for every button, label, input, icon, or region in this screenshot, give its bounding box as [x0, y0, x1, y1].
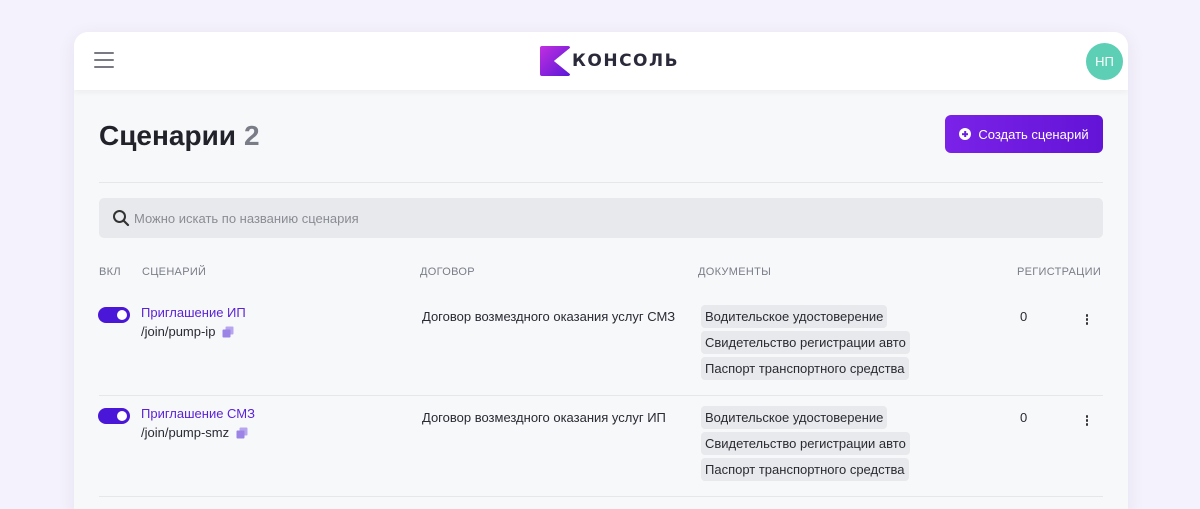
menu-icon[interactable] — [94, 52, 114, 70]
logo-mark-icon — [540, 46, 570, 76]
create-scenario-button[interactable]: Создать сценарий — [945, 115, 1103, 153]
copy-icon[interactable] — [222, 326, 234, 338]
document-tag: Водительское удостоверение — [701, 305, 888, 328]
scenario-path: /join/pump-ip — [141, 324, 234, 339]
page-title-text: Сценарии — [99, 120, 237, 151]
document-tag: Свидетельство регистрации авто — [701, 432, 910, 455]
column-header-scenario: СЦЕНАРИЙ — [142, 266, 207, 278]
documents-list: Водительское удостоверение Свидетельство… — [701, 406, 910, 484]
app-window: КОНСОЛЬ НП Сценарии2 Создать сценарий ВК… — [74, 32, 1128, 509]
top-bar: КОНСОЛЬ НП — [74, 32, 1128, 90]
plus-circle-icon — [959, 128, 972, 140]
row-divider — [99, 496, 1103, 497]
scenario-name-link[interactable]: Приглашение СМЗ — [141, 406, 255, 421]
scenario-path: /join/pump-smz — [141, 425, 248, 440]
search-bar[interactable] — [99, 198, 1103, 238]
registrations-count: 0 — [1020, 309, 1028, 324]
scenario-name-link[interactable]: Приглашение ИП — [141, 305, 246, 320]
logo-text: КОНСОЛЬ — [572, 51, 680, 71]
table-row: Приглашение ИП /join/pump-ip Договор воз… — [74, 294, 1128, 395]
table-row: Приглашение СМЗ /join/pump-smz Договор в… — [74, 395, 1128, 496]
divider — [99, 182, 1103, 183]
column-header-enabled: ВКЛ — [99, 266, 121, 278]
registrations-count: 0 — [1020, 410, 1028, 425]
document-tag: Паспорт транспортного средства — [701, 458, 909, 481]
document-tag: Свидетельство регистрации авто — [701, 331, 910, 354]
scenario-path-text: /join/pump-ip — [141, 324, 216, 339]
copy-icon[interactable] — [236, 427, 248, 439]
scenario-path-text: /join/pump-smz — [141, 425, 230, 440]
contract-name: Договор возмездного оказания услуг СМЗ — [422, 309, 676, 324]
logo[interactable]: КОНСОЛЬ — [540, 46, 679, 76]
scenario-count: 2 — [244, 120, 260, 151]
page-title: Сценарии 2 — [99, 120, 260, 152]
contract-name: Договор возмездного оказания услуг ИП — [422, 410, 666, 425]
column-header-contract: ДОГОВОР — [420, 266, 475, 278]
more-options-icon[interactable] — [1084, 314, 1090, 328]
column-header-documents: ДОКУМЕНТЫ — [698, 266, 772, 278]
enable-toggle[interactable] — [98, 307, 130, 323]
more-options-icon[interactable] — [1084, 415, 1090, 429]
enable-toggle[interactable] — [98, 408, 130, 424]
document-tag: Водительское удостоверение — [701, 406, 888, 429]
search-icon — [113, 210, 130, 227]
avatar[interactable]: НП — [1086, 43, 1123, 80]
create-scenario-label: Создать сценарий — [978, 126, 1089, 142]
search-input[interactable] — [134, 210, 1034, 226]
column-header-registrations: РЕГИСТРАЦИИ — [1017, 266, 1102, 278]
document-tag: Паспорт транспортного средства — [701, 357, 909, 380]
documents-list: Водительское удостоверение Свидетельство… — [701, 305, 910, 383]
